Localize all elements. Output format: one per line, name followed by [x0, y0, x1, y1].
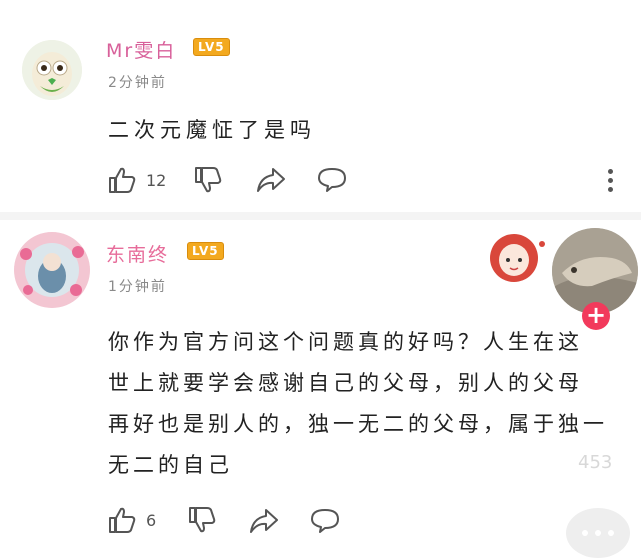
thumbs-down-icon	[195, 167, 222, 193]
comment-time: 2分钟前	[108, 75, 167, 91]
username[interactable]: 东南终	[106, 240, 169, 267]
share-icon	[250, 509, 278, 533]
comment-text: 二次元魔怔了是吗	[108, 118, 316, 142]
overlay-chat-icon[interactable]	[566, 508, 630, 558]
dislike-button[interactable]	[193, 165, 223, 199]
thumbs-up-icon	[109, 507, 136, 533]
chat-bubble-icon	[318, 168, 346, 192]
share-button[interactable]	[248, 507, 280, 539]
like-button[interactable]	[107, 505, 137, 539]
dislike-button[interactable]	[187, 505, 217, 539]
overlay-like-count: 453	[578, 452, 613, 473]
level-badge: LV5	[193, 38, 230, 56]
share-button[interactable]	[255, 166, 287, 198]
reply-button[interactable]	[309, 507, 341, 539]
owl-avatar-icon	[22, 40, 82, 100]
username[interactable]: Mr雯白	[106, 36, 176, 63]
comment-text: 你作为官方问这个问题真的好吗？人生在这 世上就要学会感谢自己的父母，别人的父母 …	[108, 322, 628, 486]
anime-girl-avatar-icon	[14, 232, 90, 308]
reply-button[interactable]	[316, 166, 348, 198]
share-icon	[257, 168, 285, 192]
chat-bubble-icon	[311, 509, 339, 533]
comment-item: Mr雯白 LV5 2分钟前 二次元魔怔了是吗 12	[0, 0, 641, 212]
user-avatar[interactable]	[22, 40, 82, 100]
like-count: 12	[146, 171, 167, 190]
like-button[interactable]	[107, 165, 137, 199]
divider	[0, 212, 641, 220]
anime-sticker-icon	[474, 222, 552, 288]
follow-button[interactable]: +	[582, 302, 610, 330]
thumbs-down-icon	[189, 507, 216, 533]
like-count: 6	[146, 511, 157, 530]
thumbs-up-icon	[109, 167, 136, 193]
comment-time: 1分钟前	[108, 279, 167, 295]
comment-line: 再好也是别人的，独一无二的父母，属于独一	[108, 412, 608, 436]
comment-line: 世上就要学会感谢自己的父母，别人的父母	[108, 371, 583, 395]
more-options-icon[interactable]	[607, 169, 613, 196]
comment-line: 无二的自己	[108, 453, 233, 477]
comment-line: 你作为官方问这个问题真的好吗？人生在这	[108, 330, 583, 354]
user-avatar[interactable]	[14, 232, 90, 308]
level-badge: LV5	[187, 242, 224, 260]
